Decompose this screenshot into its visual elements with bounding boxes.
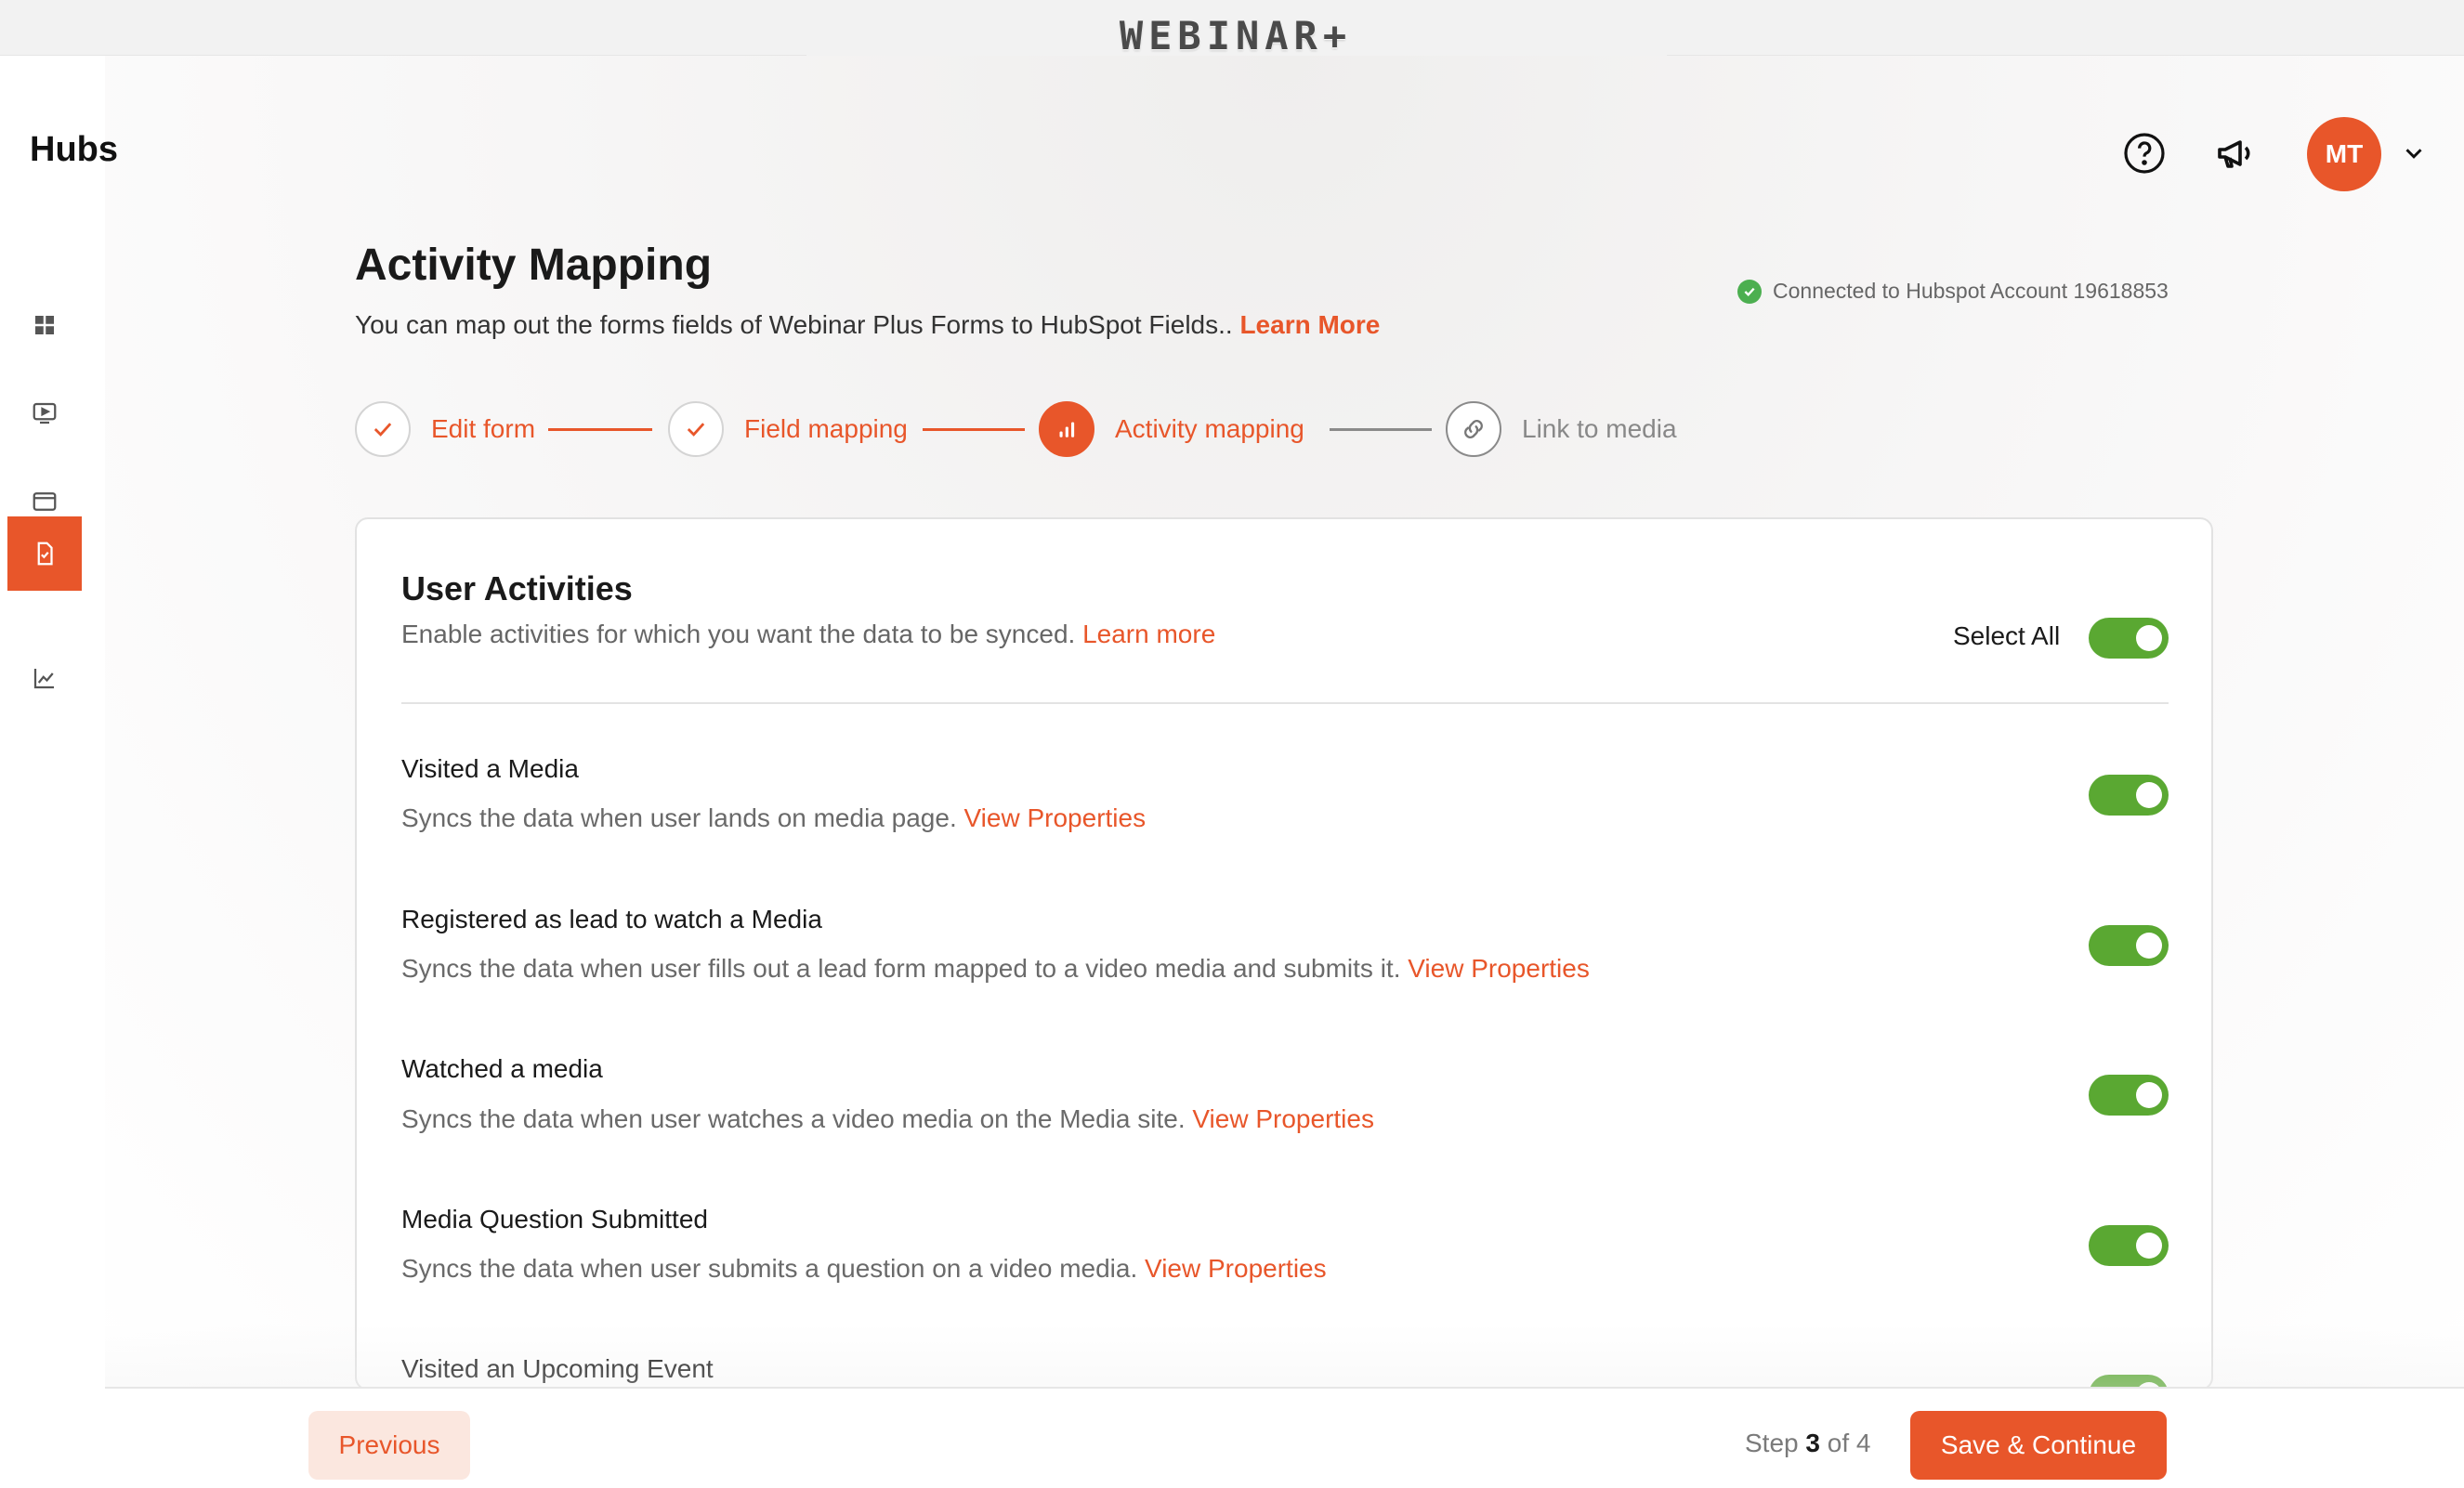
check-icon: [668, 401, 724, 457]
activity-title: Registered as lead to watch a Media: [401, 905, 822, 933]
activity-title: Visited a Media: [401, 754, 579, 783]
sidebar-item-analytics[interactable]: [7, 641, 82, 715]
announcements-button[interactable]: [2209, 128, 2260, 178]
app-root: WEBINAR+ Hubs MT Activity Mapping You ca…: [0, 0, 2464, 1488]
activity-toggle[interactable]: [2089, 775, 2169, 816]
activity-description: Syncs the data when user submits a quest…: [401, 1254, 1327, 1284]
select-all-label: Select All: [1953, 621, 2061, 650]
document-check-icon: [37, 542, 53, 566]
activity-description: Syncs the data when user fills out a lea…: [401, 954, 1590, 984]
activity-title: Media Question Submitted: [401, 1205, 708, 1233]
activity-title: Watched a media: [401, 1054, 603, 1083]
step-label: Activity mapping: [1115, 414, 1304, 443]
step-counter-prefix: Step: [1745, 1429, 1799, 1457]
stepper-connector: [923, 428, 1025, 431]
learn-more-link[interactable]: Learn more: [1082, 620, 1215, 648]
activity-description: Syncs the data when user lands on media …: [401, 803, 1146, 833]
select-all-toggle[interactable]: [2089, 618, 2169, 659]
step-label: Edit form: [431, 414, 536, 443]
grid-icon: [35, 316, 54, 334]
sidebar: [0, 56, 105, 1488]
link-icon: [1446, 401, 1501, 457]
activity-toggle[interactable]: [2089, 1075, 2169, 1116]
check-icon: [355, 401, 411, 457]
activity-description-text: Syncs the data when user fills out a lea…: [401, 954, 1401, 983]
page-subtitle: You can map out the forms fields of Webi…: [355, 310, 1380, 340]
card-subtitle: Enable activities for which you want the…: [401, 620, 1215, 649]
step-field-mapping[interactable]: Field mapping: [668, 401, 908, 457]
chevron-down-icon[interactable]: [2400, 139, 2428, 167]
activity-toggle[interactable]: [2089, 1225, 2169, 1266]
activity-description: Syncs the data when user watches a video…: [401, 1104, 1374, 1134]
activity-toggle[interactable]: [2089, 925, 2169, 966]
step-edit-form[interactable]: Edit form: [355, 401, 535, 457]
step-label: Link to media: [1522, 414, 1677, 443]
save-continue-button[interactable]: Save & Continue: [1910, 1411, 2167, 1480]
step-counter-total: 4: [1855, 1429, 1871, 1457]
previous-button[interactable]: Previous: [308, 1411, 470, 1480]
page-title: Activity Mapping: [355, 241, 713, 290]
view-properties-link[interactable]: View Properties: [1192, 1104, 1374, 1133]
card-title: User Activities: [401, 569, 633, 607]
step-link-to-media[interactable]: Link to media: [1446, 401, 1677, 457]
line-chart-icon: [33, 669, 54, 689]
avatar[interactable]: MT: [2307, 117, 2381, 191]
step-counter-sep: of: [1827, 1429, 1850, 1457]
activity-description-text: Syncs the data when user lands on media …: [401, 803, 957, 832]
activity-description-text: Syncs the data when user submits a quest…: [401, 1254, 1138, 1283]
view-properties-link[interactable]: View Properties: [1145, 1254, 1327, 1283]
step-activity-mapping[interactable]: Activity mapping: [1039, 401, 1304, 457]
connection-status-text: Connected to Hubspot Account 19618853: [1773, 279, 2169, 303]
step-label: Field mapping: [744, 414, 908, 443]
brand-logo: WEBINAR+: [1119, 13, 1353, 59]
check-circle-icon: [1737, 279, 1762, 304]
sidebar-title: Hubs: [30, 130, 118, 169]
activity-title: Visited an Upcoming Event: [401, 1354, 714, 1383]
connection-status: Connected to Hubspot Account 19618853: [1737, 279, 2169, 304]
view-properties-link[interactable]: View Properties: [964, 803, 1147, 832]
sidebar-item-media[interactable]: [7, 376, 82, 450]
divider: [401, 702, 2169, 704]
sidebar-item-forms[interactable]: [7, 516, 82, 591]
step-counter-current: 3: [1805, 1429, 1820, 1457]
user-activities-card: User Activities Enable activities for wh…: [355, 517, 2213, 1390]
sidebar-item-dashboard[interactable]: [7, 288, 82, 362]
help-button[interactable]: [2121, 130, 2168, 176]
stepper-connector: [548, 428, 652, 431]
view-properties-link[interactable]: View Properties: [1408, 954, 1590, 983]
stepper-connector: [1330, 428, 1432, 431]
bar-chart-icon: [1039, 401, 1094, 457]
megaphone-icon: [2218, 140, 2250, 168]
card-subtitle-text: Enable activities for which you want the…: [401, 620, 1076, 648]
video-screen-icon: [33, 402, 57, 424]
activity-description-text: Syncs the data when user watches a video…: [401, 1104, 1186, 1133]
help-circle-icon: [2124, 133, 2165, 174]
browser-window-icon: [33, 492, 57, 511]
learn-more-link[interactable]: Learn More: [1239, 310, 1380, 339]
step-counter: Step 3 of 4: [1745, 1429, 1870, 1458]
page-subtitle-text: You can map out the forms fields of Webi…: [355, 310, 1233, 339]
